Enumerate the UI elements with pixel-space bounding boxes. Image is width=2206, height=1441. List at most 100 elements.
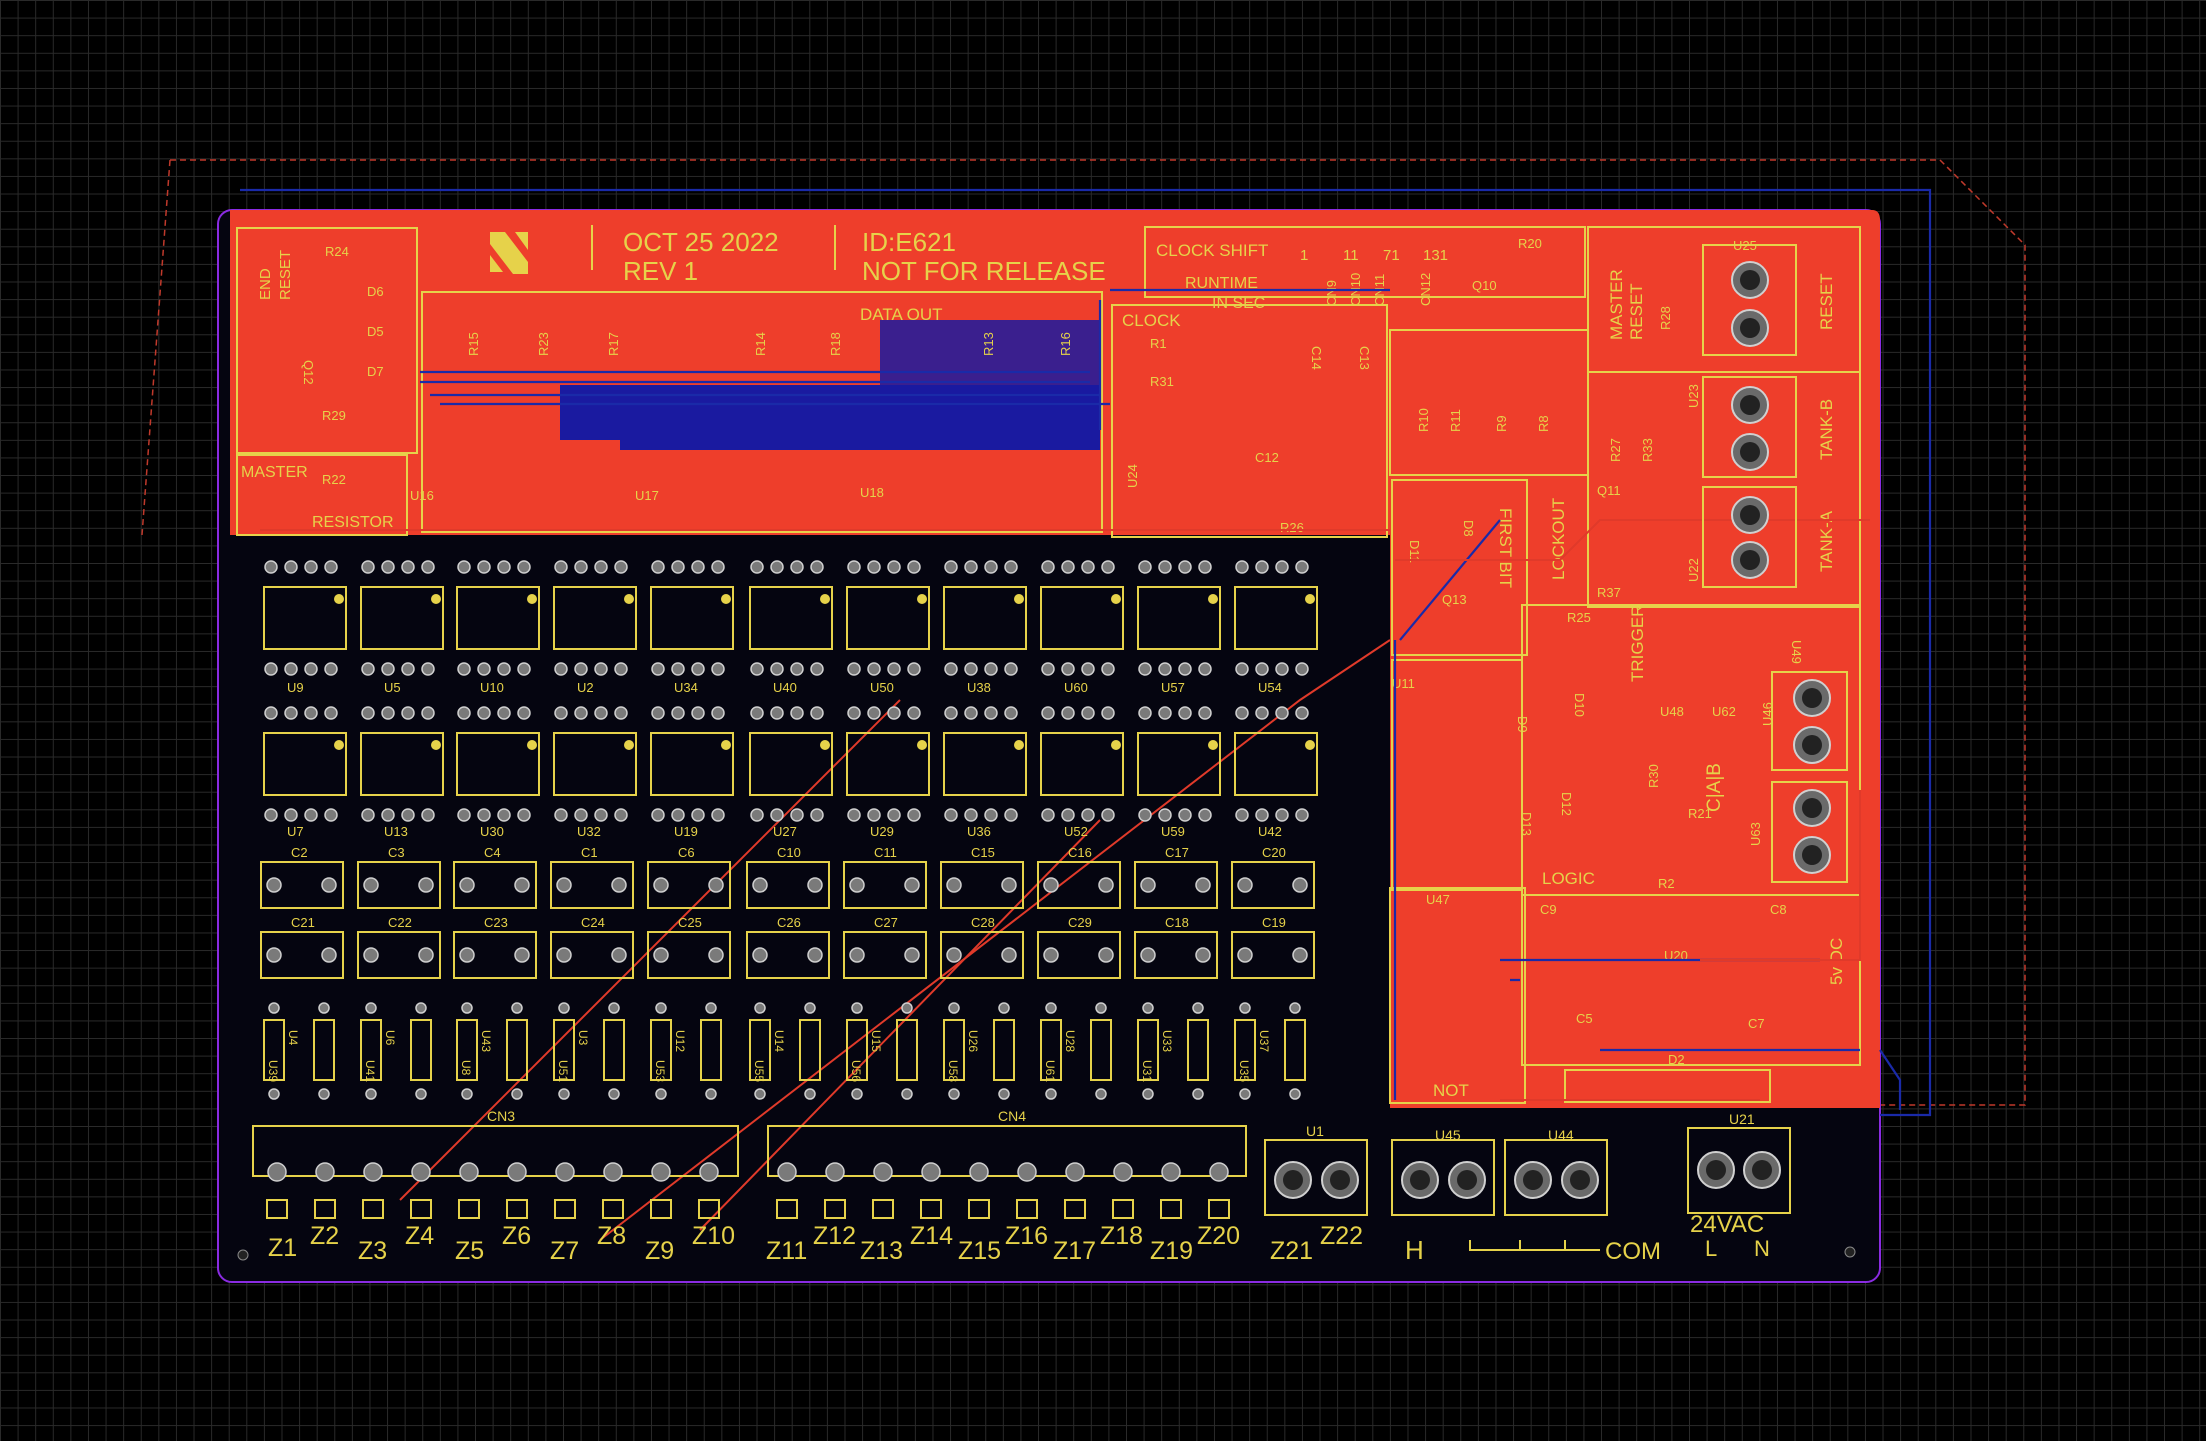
zone-label: Z4	[405, 1222, 434, 1250]
logic-label: LOGIC	[1542, 869, 1595, 888]
terminal-pad	[873, 1162, 893, 1182]
master-label-right: MASTER	[1607, 269, 1626, 340]
zone-label: Z11	[766, 1237, 807, 1265]
relay-label: U59	[1161, 824, 1185, 839]
ic-label: U41	[363, 1060, 377, 1082]
header-rev: REV 1	[623, 256, 698, 286]
zone-label: Z14	[910, 1222, 953, 1250]
relay-label: U52	[1064, 824, 1088, 839]
ref-d8: D8	[1461, 520, 1476, 537]
zone-label: Z2	[310, 1222, 339, 1250]
relay-label: U40	[773, 680, 797, 695]
lockout-label: LOCKOUT	[1549, 498, 1568, 580]
ref-r30: R30	[1646, 764, 1661, 788]
zone-label: Z3	[358, 1237, 387, 1265]
relay-label: U2	[577, 680, 594, 695]
ref-r21: R21	[1688, 806, 1712, 821]
ic-label: U58	[946, 1060, 960, 1082]
ref-r13: R13	[981, 332, 996, 356]
ref-c5: C5	[1576, 1011, 1593, 1026]
terminal-pad	[411, 1162, 431, 1182]
zone-label: Z13	[860, 1237, 903, 1265]
relay-label: U38	[967, 680, 991, 695]
zone-label: Z16	[1005, 1222, 1048, 1250]
relay-label: U34	[674, 680, 698, 695]
ref-d7: D7	[367, 364, 384, 379]
zone-label: Z12	[813, 1222, 856, 1250]
ref-q11: Q11	[1597, 483, 1621, 498]
relay-label: U9	[287, 680, 304, 695]
ref-r37: R37	[1597, 585, 1621, 600]
ref-c7: C7	[1748, 1016, 1765, 1031]
ref-d13: D13	[1519, 812, 1534, 836]
cap-label: C6	[678, 845, 695, 860]
tank-b-label: TANK-B	[1817, 399, 1836, 460]
ref-r31: R31	[1150, 374, 1174, 389]
cap-label: C28	[971, 915, 995, 930]
relay-label: U5	[384, 680, 401, 695]
ref-r11: R11	[1448, 409, 1463, 432]
terminal-pad	[1017, 1162, 1037, 1182]
cap-label: C20	[1262, 845, 1286, 860]
mount-hole-br	[1844, 1246, 1856, 1258]
cap-label: C15	[971, 845, 995, 860]
label-24vac: 24VAC	[1690, 1211, 1764, 1238]
ref-d6: D6	[367, 284, 384, 299]
ref-u21: U21	[1729, 1111, 1755, 1127]
ref-q13: Q13	[1442, 592, 1467, 607]
ref-c14: C14	[1309, 346, 1324, 370]
ref-r1: R1	[1150, 336, 1167, 351]
zone-label: Z15	[958, 1237, 1001, 1265]
cap-label: C29	[1068, 915, 1092, 930]
label-h: H	[1405, 1235, 1424, 1265]
runtime-value-71: 71	[1383, 247, 1400, 264]
label-n: N	[1754, 1236, 1770, 1261]
relay-label: U30	[480, 824, 504, 839]
mount-hole-bl	[237, 1249, 249, 1261]
header-date: OCT 25 2022	[623, 227, 779, 257]
trigger-label: TRIGGER	[1628, 605, 1647, 682]
ref-u22: U22	[1686, 558, 1701, 582]
terminal-pad	[1161, 1162, 1181, 1182]
clock-label: CLOCK	[1122, 311, 1181, 330]
zone-label: Z22	[1320, 1222, 1363, 1250]
cap-label: C24	[581, 915, 605, 930]
terminal-pad	[459, 1162, 479, 1182]
data-out-label: DATA OUT	[860, 305, 943, 324]
ref-d9: D9	[1515, 716, 1530, 733]
zone-label: Z10	[692, 1222, 735, 1250]
cap-label: C1	[581, 845, 598, 860]
ref-r26: R26	[1280, 520, 1304, 535]
not-label: NOT	[1433, 1081, 1469, 1100]
in-sec-label: IN SEC	[1212, 295, 1265, 312]
terminal-pad	[1209, 1162, 1229, 1182]
cap-label: C11	[874, 845, 897, 860]
ic-label: U14	[772, 1030, 786, 1052]
ic-label: U61	[1043, 1060, 1057, 1082]
terminal-pad	[555, 1162, 575, 1182]
cap-label: C22	[388, 915, 412, 930]
header-release: NOT FOR RELEASE	[862, 256, 1106, 286]
ic-label: U55	[752, 1060, 766, 1082]
pcb-layout: OCT 25 2022 REV 1 ID:E621 NOT FOR RELEAS…	[141, 159, 2026, 1283]
terminal-pad	[1065, 1162, 1085, 1182]
label-com: COM	[1605, 1238, 1661, 1265]
zone-label: Z7	[550, 1237, 579, 1265]
ref-u24: U24	[1125, 464, 1140, 488]
5v-dc-label: 5v DC	[1827, 938, 1846, 985]
ic-label: U31	[1140, 1060, 1154, 1082]
ic-label: U53	[653, 1060, 667, 1082]
ref-r9: R9	[1494, 415, 1509, 432]
runtime-value-11: 11	[1343, 247, 1359, 264]
runtime-value-1: 1	[1300, 247, 1308, 264]
cap-label: C21	[291, 915, 315, 930]
zone-label: Z6	[502, 1222, 531, 1250]
ref-u23: U23	[1686, 384, 1701, 408]
ref-u16: U16	[410, 488, 434, 503]
relay-label: U32	[577, 824, 601, 839]
relay-label: U42	[1258, 824, 1282, 839]
terminal-pad	[969, 1162, 989, 1182]
relay-label: U29	[870, 824, 894, 839]
reset-label-right: RESET	[1817, 273, 1836, 330]
ref-r22: R22	[322, 472, 346, 487]
